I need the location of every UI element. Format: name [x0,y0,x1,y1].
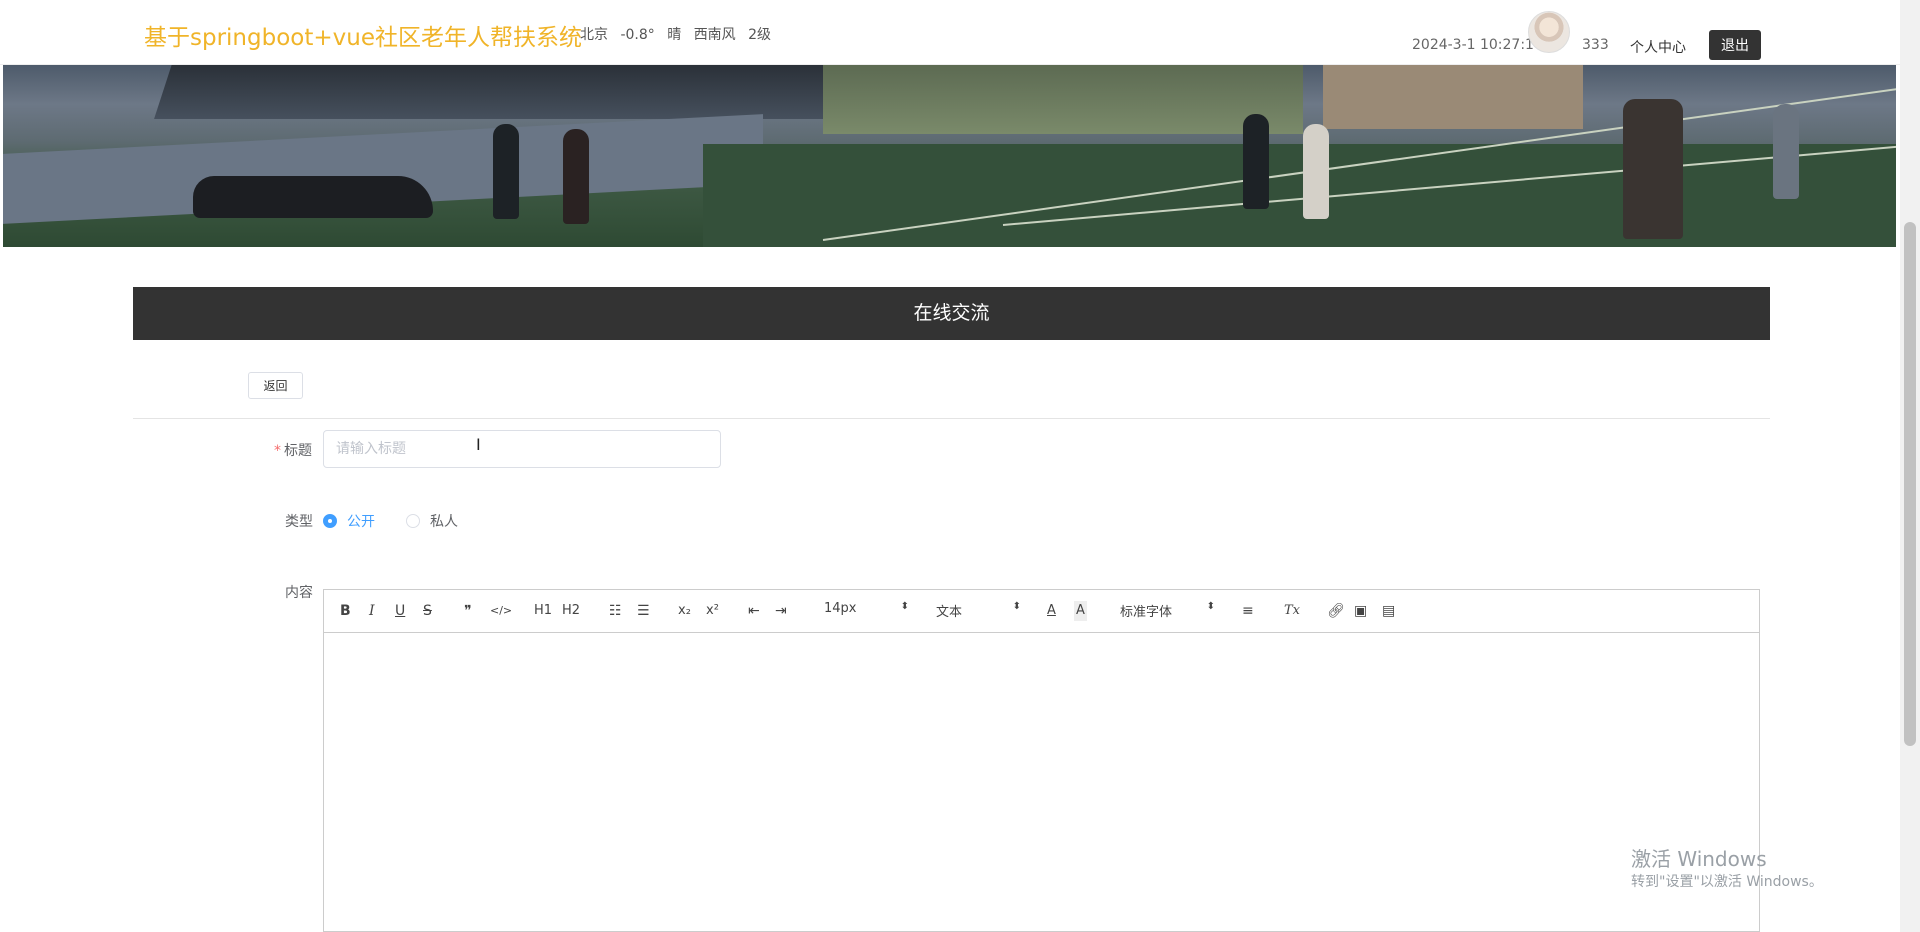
font-family-select[interactable]: 标准字体 ⬍ [1120,601,1215,620]
user-center-link[interactable]: 个人中心 [1630,37,1686,57]
select-arrows-icon: ⬍ [1012,601,1021,612]
weather-wind: 西南风 [693,27,736,43]
text-cursor-icon: Ι [476,435,481,454]
editor-content-area[interactable] [324,632,1759,931]
banner-car [193,176,433,218]
bold-button[interactable]: B [340,601,351,621]
banner-person [1303,124,1329,219]
back-button[interactable]: 返回 [248,372,303,399]
user-avatar[interactable] [1528,11,1570,53]
type-label: 类型 [285,514,313,530]
weather-wind-level: 2级 [748,27,772,43]
type-radio-private[interactable]: 私人 [406,511,458,531]
banner-building [154,64,852,119]
clean-format-button[interactable]: Tx [1284,601,1300,621]
weather-widget: 北京 -0.8° 晴 西南风 2级 [580,24,779,44]
banner-person [493,124,519,219]
ordered-list-icon[interactable]: ☷ [609,601,622,621]
username: 333 [1582,37,1609,53]
weather-temperature: -0.8° [620,27,655,43]
banner-building [1323,64,1583,129]
select-arrows-icon: ⬍ [1206,601,1215,612]
weather-condition: 晴 [667,27,682,43]
section-title: 在线交流 [133,287,1770,340]
logout-button[interactable]: 退出 [1709,30,1761,60]
indent-icon[interactable]: ⇥ [775,601,787,621]
header2-button[interactable]: H2 [562,601,580,621]
radio-unchecked-icon [406,514,420,528]
content-label: 内容 [285,585,313,601]
align-icon[interactable]: ≡ [1242,601,1254,621]
font-size-select[interactable]: 14px ⬍ [824,601,909,616]
subscript-button[interactable]: x₂ [678,601,691,621]
background-color-icon[interactable]: A [1074,601,1087,621]
editor-toolbar: B I U S ❞ </> H1 H2 ☷ ☰ x₂ x² ⇤ ⇥ 14px ⬍… [324,590,1759,633]
page-scrollbar[interactable] [1900,0,1920,932]
title-label: * 标题 [274,440,312,460]
current-datetime: 2024-3-1 10:27:1 [1412,37,1534,53]
bullet-list-icon[interactable]: ☰ [637,601,650,621]
required-asterisk: * [274,443,281,459]
font-family-value: 标准字体 [1120,605,1173,620]
rich-text-editor: B I U S ❞ </> H1 H2 ☷ ☰ x₂ x² ⇤ ⇥ 14px ⬍… [323,589,1760,932]
scrollbar-thumb[interactable] [1904,222,1916,746]
weather-city: 北京 [580,27,608,43]
banner-carousel[interactable] [3,64,1896,247]
title-label-text: 标题 [284,443,312,459]
link-icon[interactable]: 🔗︎ [1327,601,1345,621]
blockquote-button[interactable]: ❞ [464,601,472,621]
italic-button[interactable]: I [369,601,375,621]
select-arrows-icon: ⬍ [900,601,909,612]
activation-watermark-subtitle: 转到"设置"以激活 Windows。 [1631,874,1823,890]
text-color-icon[interactable]: A [1047,601,1056,621]
code-block-button[interactable]: </> [490,601,512,621]
radio-label: 私人 [430,514,458,530]
activation-watermark-title: 激活 Windows [1631,847,1767,871]
divider [133,418,1770,419]
banner-person [563,129,589,224]
underline-button[interactable]: U [395,601,405,621]
banner-person [1773,104,1799,199]
video-icon[interactable]: ▤ [1382,601,1395,621]
site-title[interactable]: 基于springboot+vue社区老年人帮扶系统 [144,18,582,52]
banner-person [1243,114,1269,209]
type-radio-public[interactable]: 公开 [323,511,375,531]
radio-checked-icon [323,514,337,528]
strikethrough-button[interactable]: S [423,601,432,621]
superscript-button[interactable]: x² [706,601,719,621]
outdent-icon[interactable]: ⇤ [748,601,760,621]
image-icon[interactable]: ▣ [1354,601,1367,621]
top-header: 基于springboot+vue社区老年人帮扶系统 北京 -0.8° 晴 西南风… [0,0,1900,65]
header-select[interactable]: 文本 ⬍ [936,601,1021,620]
header1-button[interactable]: H1 [534,601,552,621]
font-size-value: 14px [824,601,857,616]
radio-label: 公开 [347,514,375,530]
banner-building [823,64,1303,134]
title-input[interactable] [323,430,721,468]
banner-person [1623,99,1683,239]
header-value: 文本 [936,605,963,620]
